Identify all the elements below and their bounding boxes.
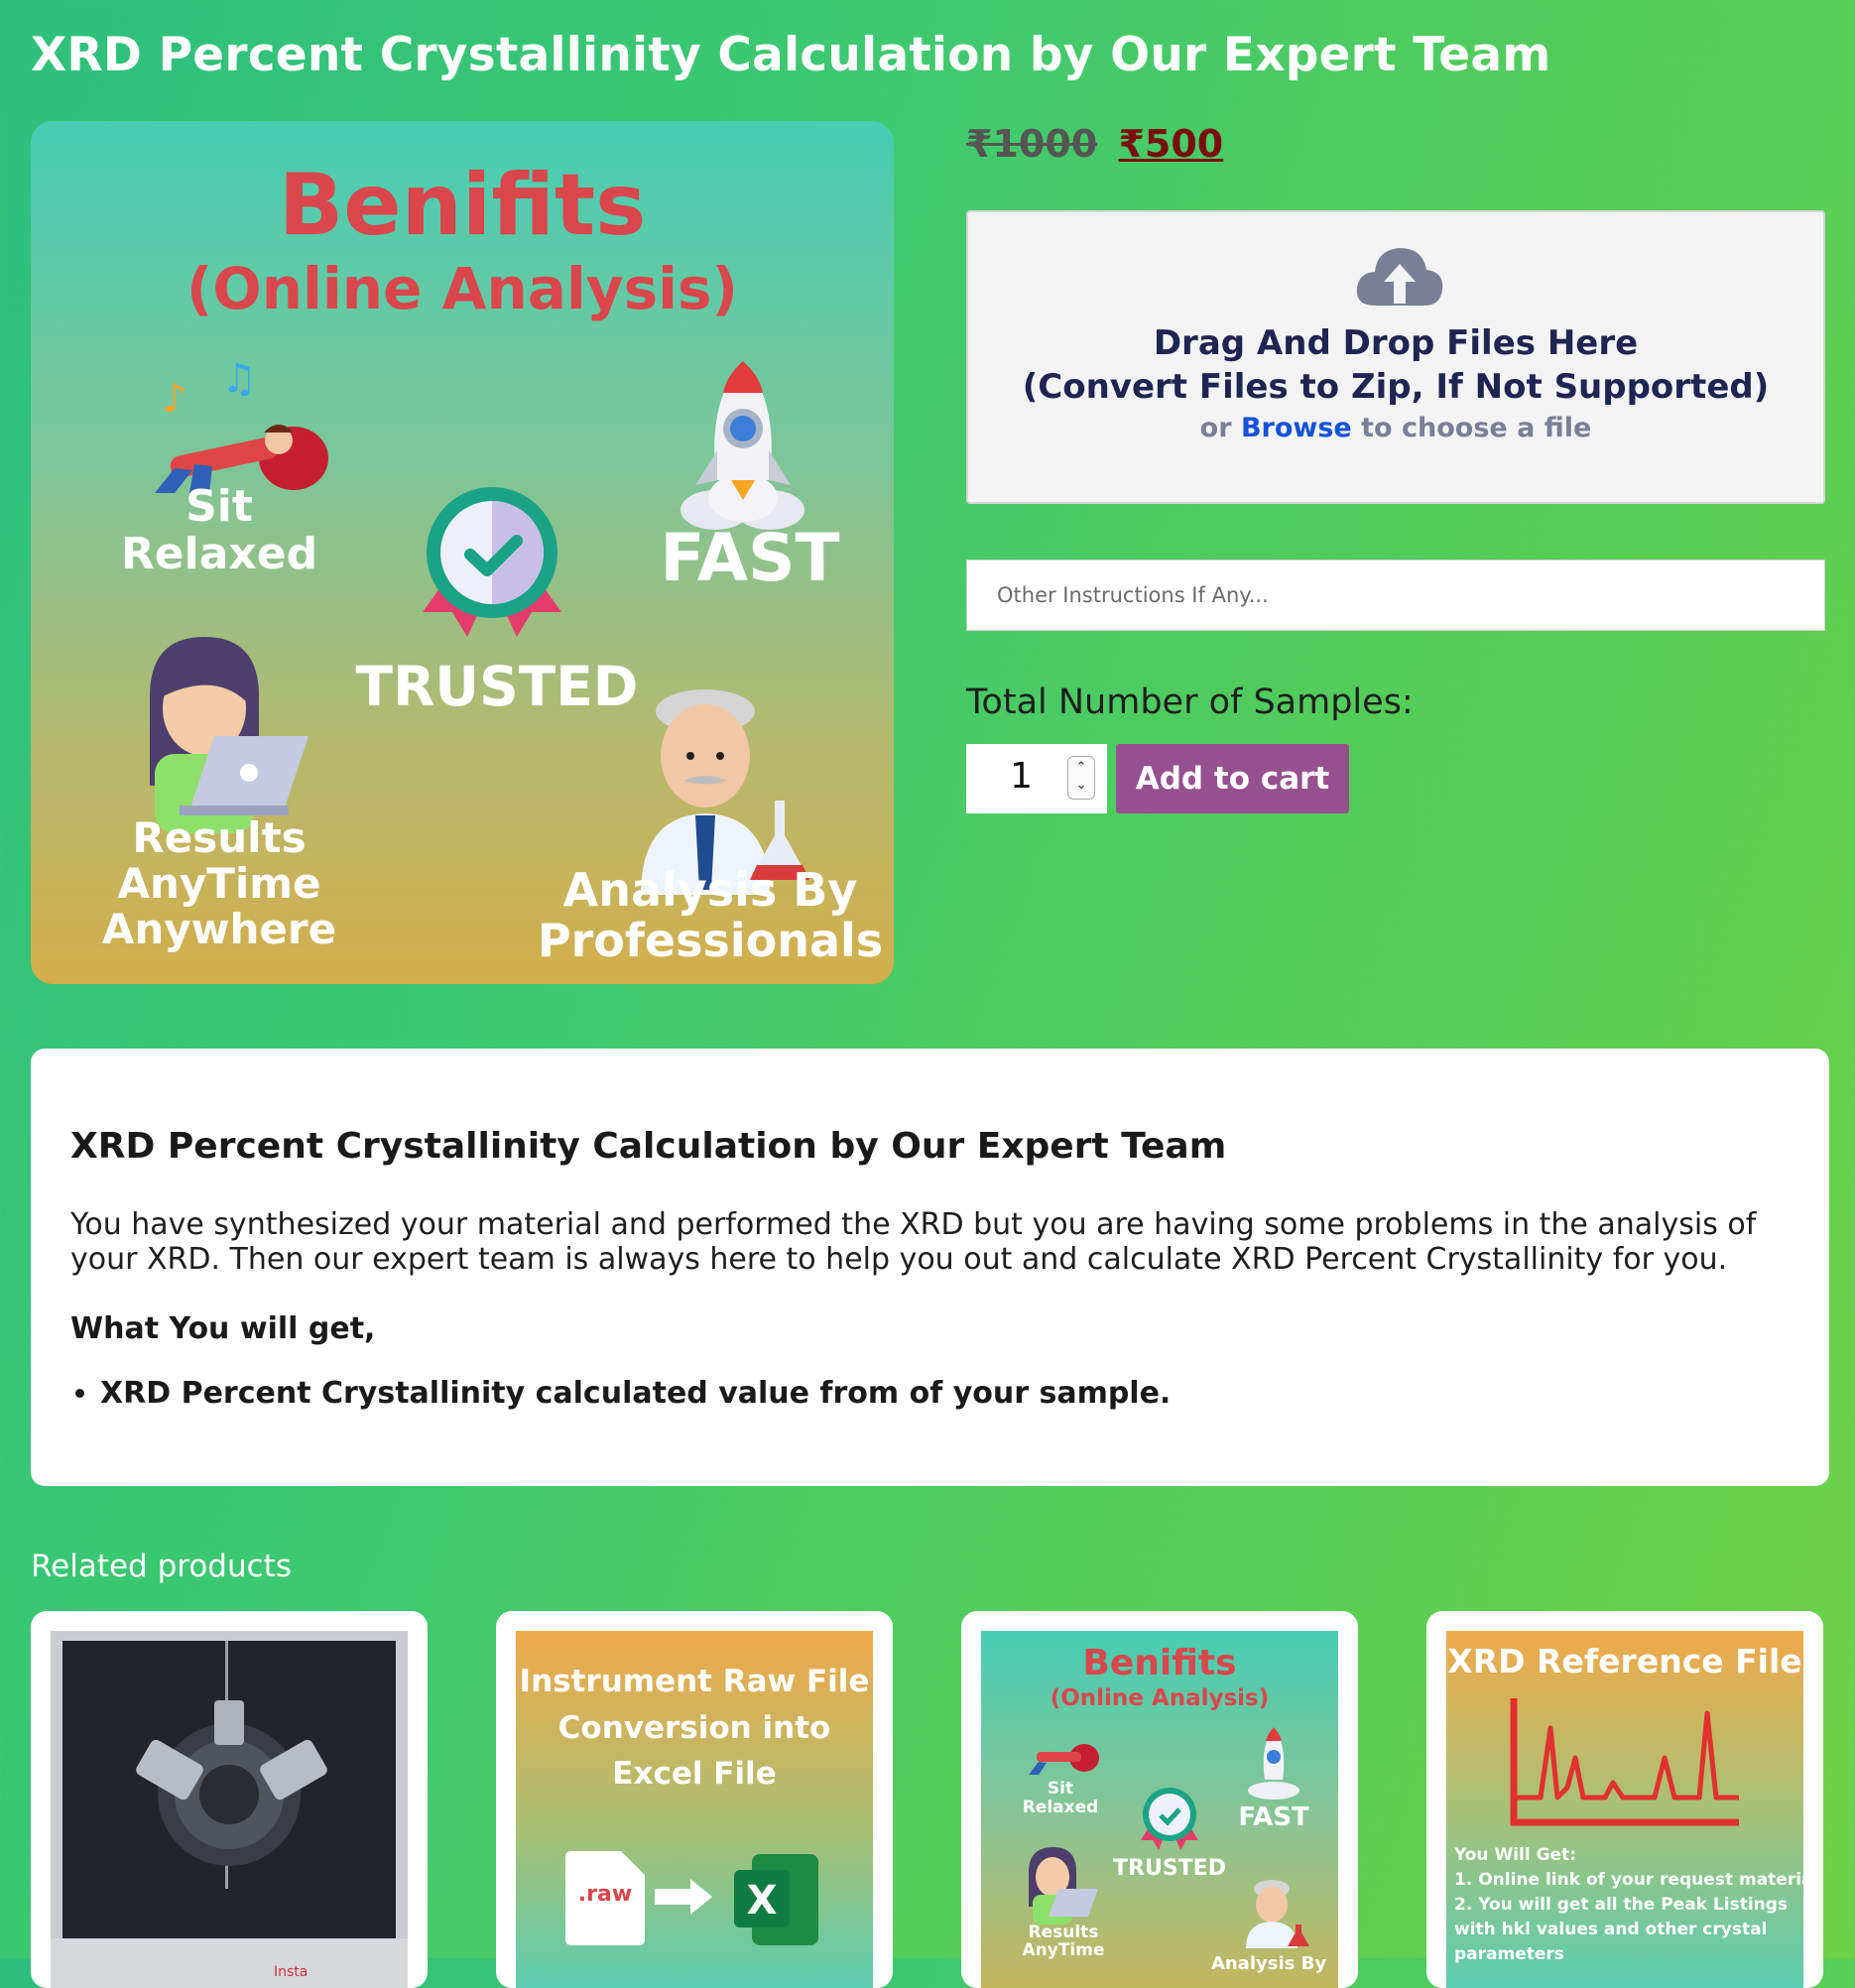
rocket-icon xyxy=(1248,1727,1299,1800)
laptop-user-icon xyxy=(1029,1847,1098,1925)
benefit-analysis-professionals: Analysis By Professionals xyxy=(537,863,884,967)
thumb-relaxed: Sit Relaxed xyxy=(1022,1779,1099,1817)
description-list: XRD Percent Crystallinity calculated val… xyxy=(70,1376,1171,1411)
thumb-trusted: TRUSTED xyxy=(1113,1856,1226,1881)
dropzone-choose: to choose a file xyxy=(1361,413,1592,443)
related-product-card[interactable]: Insta xyxy=(31,1611,428,1988)
quantity-stepper[interactable]: 1 ⌃ ⌄ xyxy=(966,744,1107,813)
quantity-spinner[interactable]: ⌃ ⌄ xyxy=(1067,756,1095,800)
description-subheading: What You will get, xyxy=(70,1311,376,1346)
benefit-sit-relaxed: Sit Relaxed xyxy=(120,481,318,580)
xrd-pattern-icon xyxy=(1510,1698,1739,1826)
dropzone-note: (Convert Files to Zip, If Not Supported) xyxy=(1022,367,1770,407)
description-body: You have synthesized your material and p… xyxy=(70,1207,1757,1278)
relaxing-person-icon xyxy=(1029,1744,1099,1775)
brand-label: Insta xyxy=(274,1964,308,1980)
description-title: XRD Percent Crystallinity Calculation by… xyxy=(70,1126,1227,1167)
thumb-title: XRD Reference File xyxy=(1447,1642,1802,1680)
dropzone-heading: Drag And Drop Files Here xyxy=(1153,323,1639,363)
quantity-value: 1 xyxy=(1010,756,1033,797)
dropzone-browse-line: or Browse to choose a file xyxy=(968,413,1823,443)
dropzone-or: or xyxy=(1199,413,1232,443)
thumb-analysis: Analysis By xyxy=(1210,1953,1327,1974)
list-item: XRD Percent Crystallinity calculated val… xyxy=(100,1376,1171,1411)
browse-link[interactable]: Browse xyxy=(1241,413,1352,443)
thumb-line3: with hkl values and other crystal xyxy=(1454,1920,1768,1939)
thumb-fast: FAST xyxy=(1238,1802,1309,1832)
product-image-title: Instrument Raw File Conversion into Exce… xyxy=(519,1664,870,1792)
benefits-title: Benifits xyxy=(278,156,647,255)
product-image[interactable]: Benifits (Online Analysis) Sit Relaxed F… xyxy=(981,1631,1338,1988)
instructions-input[interactable] xyxy=(966,559,1825,631)
product-description: XRD Percent Crystallinity Calculation by… xyxy=(31,1049,1829,1486)
thumb-line1: 1. Online link of your request material xyxy=(1454,1870,1803,1890)
svg-text:X: X xyxy=(747,1878,778,1924)
cloud-upload-icon xyxy=(1356,248,1443,306)
related-product-card[interactable]: Instrument Raw File Conversion into Exce… xyxy=(496,1611,893,1988)
benefits-subtitle: (Online Analysis) xyxy=(186,255,739,322)
thumb-line4: parameters xyxy=(1454,1944,1564,1964)
excel-icon: X xyxy=(734,1854,818,1945)
svg-text:♫: ♫ xyxy=(221,357,257,402)
chevron-down-icon[interactable]: ⌄ xyxy=(1068,779,1094,793)
arrow-right-icon xyxy=(655,1879,712,1915)
benefit-results-anytime: Results AnyTime Anywhere xyxy=(101,813,337,954)
file-dropzone[interactable]: Drag And Drop Files Here (Convert Files … xyxy=(966,210,1825,504)
sale-price: ₹500 xyxy=(1118,122,1224,166)
add-to-cart-button[interactable]: Add to cart xyxy=(1116,744,1349,813)
thumb-get: You Will Get: xyxy=(1454,1845,1577,1865)
related-product-card[interactable]: XRD Reference File You Will Get: 1. Onli… xyxy=(1426,1611,1823,1988)
related-product-card[interactable]: Benifits (Online Analysis) Sit Relaxed F… xyxy=(961,1611,1358,1988)
page-title: XRD Percent Crystallinity Calculation by… xyxy=(31,28,1551,82)
diffractometer-image: Insta xyxy=(51,1631,408,1988)
product-image[interactable]: Insta xyxy=(51,1631,408,1988)
thumb-subtitle: (Online Analysis) xyxy=(1050,1685,1270,1711)
thumb-results: Results AnyTime xyxy=(1022,1923,1105,1960)
raw-file-label: .raw xyxy=(577,1882,633,1907)
benefit-fast: FAST xyxy=(660,520,840,596)
chevron-up-icon[interactable]: ⌃ xyxy=(1068,761,1094,775)
scientist-icon xyxy=(1246,1880,1309,1948)
rocket-icon xyxy=(680,361,804,530)
thumb-title: Benifits xyxy=(1082,1643,1237,1683)
thumb-line2: 2. You will get all the Peak Listings xyxy=(1454,1895,1789,1915)
old-price: ₹1000 xyxy=(966,122,1098,166)
award-badge-icon xyxy=(423,487,561,637)
samples-label: Total Number of Samples: xyxy=(966,683,1414,722)
benefit-trusted: TRUSTED xyxy=(355,655,639,718)
product-main-image[interactable]: Benifits (Online Analysis) ♪ ♫ Sit Relax… xyxy=(31,121,894,984)
product-image[interactable]: Instrument Raw File Conversion into Exce… xyxy=(516,1631,873,1988)
related-products-heading: Related products xyxy=(31,1549,292,1584)
product-image[interactable]: XRD Reference File You Will Get: 1. Onli… xyxy=(1446,1631,1803,1988)
product-price: ₹1000 ₹500 xyxy=(966,122,1223,166)
award-badge-icon xyxy=(1141,1788,1198,1850)
